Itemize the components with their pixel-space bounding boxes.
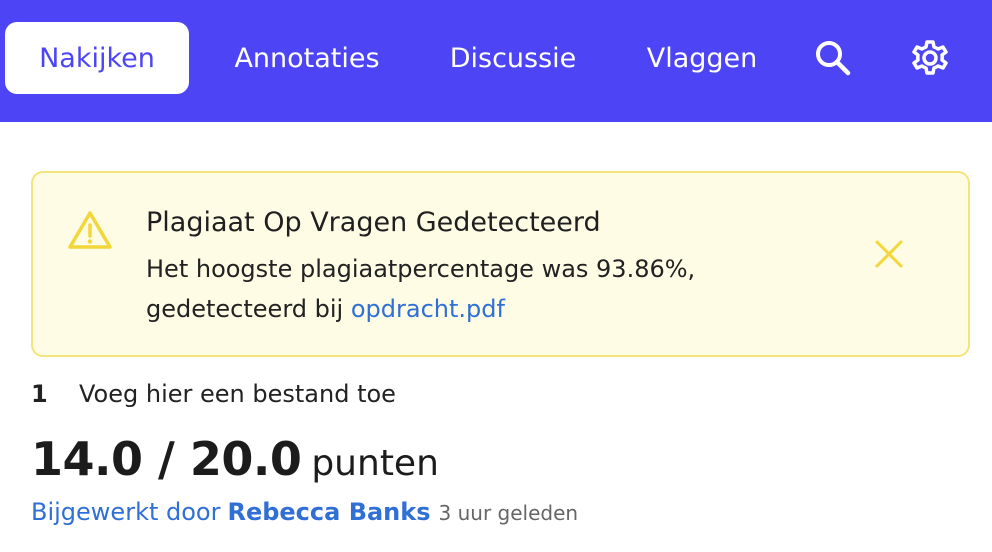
score-unit: punten: [311, 443, 439, 484]
tab-vlaggen[interactable]: Vlaggen: [624, 22, 780, 94]
gear-icon: [912, 40, 948, 75]
question-number: 1: [31, 380, 48, 408]
tab-annotaties[interactable]: Annotaties: [212, 22, 402, 94]
alert-message-prefix: gedetecteerd bij: [146, 295, 344, 323]
updated-by-link[interactable]: Rebecca Banks: [227, 498, 430, 526]
question-row: 1 Voeg hier een bestand toe: [31, 377, 396, 411]
settings-button[interactable]: [908, 36, 952, 80]
top-navigation-bar: Nakijken Annotaties Discussie Vlaggen: [0, 0, 992, 122]
search-icon: [816, 41, 851, 76]
updated-prefix: Bijgewerkt door: [31, 498, 221, 526]
tab-nakijken[interactable]: Nakijken: [5, 22, 189, 94]
question-text: Voeg hier een bestand toe: [79, 380, 396, 408]
search-button[interactable]: [811, 36, 855, 80]
updated-info: Bijgewerkt door Rebecca Banks 3 uur gele…: [31, 498, 578, 532]
file-link[interactable]: opdracht.pdf: [351, 295, 505, 323]
updated-time: 3 uur geleden: [438, 501, 579, 525]
score-display: 14.0 / 20.0 punten: [31, 432, 439, 492]
alert-close-button[interactable]: [871, 236, 907, 272]
warning-icon: [68, 211, 112, 249]
score-value: 14.0 / 20.0: [31, 432, 302, 486]
close-icon: [875, 240, 903, 268]
alert-message-line2: gedetecteerd bij opdracht.pdf: [146, 289, 786, 329]
alert-message: Het hoogste plagiaatpercentage was 93.86…: [146, 249, 786, 329]
tab-discussie[interactable]: Discussie: [430, 22, 596, 94]
alert-message-line1: Het hoogste plagiaatpercentage was 93.86…: [146, 255, 696, 283]
alert-title: Plagiaat Op Vragen Gedetecteerd: [146, 207, 601, 238]
plagiarism-alert: Plagiaat Op Vragen Gedetecteerd Het hoog…: [31, 171, 970, 357]
